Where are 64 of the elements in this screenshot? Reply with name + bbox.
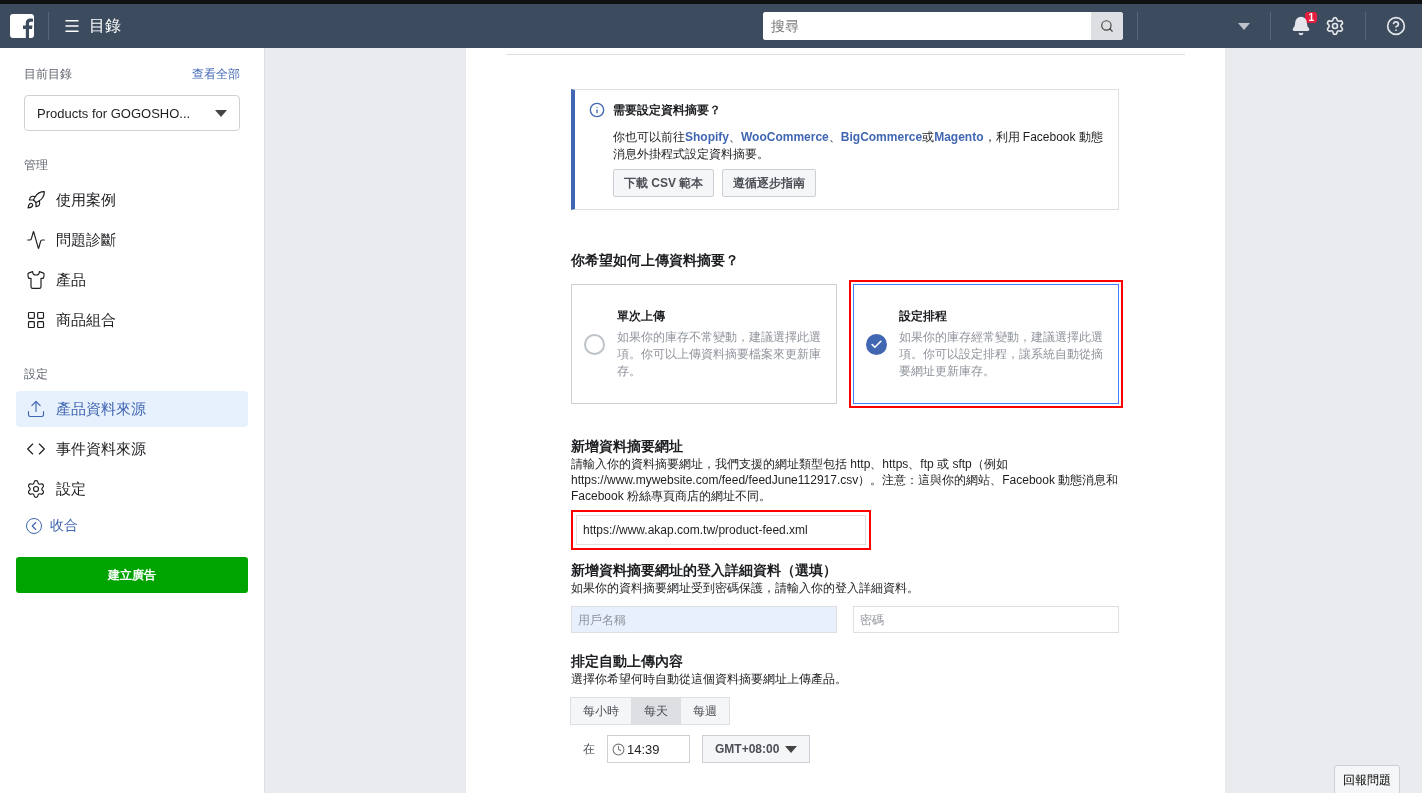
url-description: 請輸入你的資料摘要網址，我們支援的網址類型包括 http、https、ftp 或 sftp（例如 https://www.mywebsite.com/feed/feedJune112917.csv）。注意：這與你的網站、Facebook 動態消息和 Facebook 粉絲專頁商店的網址不同。 bbox=[571, 456, 1119, 504]
shirt-icon bbox=[26, 270, 46, 290]
collapse-link[interactable]: 收合 bbox=[16, 509, 248, 543]
time-field[interactable]: 14:39 bbox=[607, 735, 690, 763]
info-button[interactable]: 遵循逐步指南 bbox=[722, 169, 817, 197]
frequency-tab[interactable]: 每週 bbox=[680, 697, 730, 725]
sidebar-item[interactable]: 使用案例 bbox=[16, 182, 248, 218]
login-heading: 新增資料摘要網址的登入詳細資料（選填） bbox=[571, 562, 838, 580]
menu-icon[interactable] bbox=[63, 17, 81, 35]
report-problem-button[interactable]: 回報問題 bbox=[1334, 765, 1400, 793]
settings-icon bbox=[26, 479, 46, 499]
sidebar-item[interactable]: 產品 bbox=[16, 262, 248, 298]
search-button[interactable] bbox=[1091, 12, 1124, 40]
upload-option[interactable]: 設定排程 如果你的庫存經常變動，建議選擇此選項。你可以設定排程，讓系統自動從摘要網址更新庫存。 bbox=[853, 284, 1119, 404]
sidebar-item[interactable]: 商品組合 bbox=[16, 302, 248, 338]
grid-icon bbox=[26, 310, 46, 330]
settings-icon[interactable] bbox=[1325, 16, 1345, 36]
pulse-icon bbox=[26, 230, 46, 250]
schedule-description: 選擇你希望何時自動從這個資料摘要網址上傳產品。 bbox=[571, 671, 848, 687]
section-heading: 管理 bbox=[23, 157, 49, 174]
schedule-heading: 排定自動上傳內容 bbox=[571, 653, 684, 671]
option-title: 單次上傳 bbox=[617, 308, 666, 325]
platform-link[interactable]: Magento bbox=[934, 130, 984, 144]
upload-heading: 你希望如何上傳資料摘要？ bbox=[571, 252, 740, 270]
sidebar-item[interactable]: 問題診斷 bbox=[16, 222, 248, 258]
radio-button[interactable] bbox=[584, 333, 605, 355]
sidebar-item[interactable]: 事件資料來源 bbox=[16, 431, 248, 467]
password-field[interactable]: 密碼 bbox=[853, 606, 1119, 633]
frequency-tab[interactable]: 每小時 bbox=[570, 697, 632, 725]
current-catalog-label: 目前目錄 bbox=[24, 66, 72, 83]
upload-option[interactable]: 單次上傳 如果你的庫存不常變動，建議選擇此選項。你可以上傳資料摘要檔案來更新庫存。 bbox=[571, 284, 837, 404]
option-description: 如果你的庫存不常變動，建議選擇此選項。你可以上傳資料摘要檔案來更新庫存。 bbox=[617, 329, 822, 380]
help-icon[interactable] bbox=[1386, 16, 1406, 36]
platform-link[interactable]: WooCommerce bbox=[741, 130, 829, 144]
radio-button[interactable] bbox=[866, 333, 887, 355]
option-title: 設定排程 bbox=[899, 308, 948, 325]
info-title: 需要設定資料摘要？ bbox=[613, 102, 722, 119]
platform-link[interactable]: Shopify bbox=[685, 130, 729, 144]
url-field[interactable]: https://www.akap.com.tw/product-feed.xml bbox=[576, 515, 866, 545]
login-description: 如果你的資料摘要網址受到密碼保護，請輸入你的登入詳細資料。 bbox=[571, 580, 920, 596]
clock-icon bbox=[612, 742, 625, 756]
check-icon bbox=[870, 337, 883, 351]
info-button[interactable]: 下載 CSV 範本 bbox=[613, 169, 715, 197]
url-heading: 新增資料摘要網址 bbox=[571, 438, 684, 456]
info-icon bbox=[589, 102, 605, 118]
view-all-link[interactable]: 查看全部 bbox=[192, 66, 240, 83]
sidebar-item[interactable]: 產品資料來源 bbox=[16, 391, 248, 427]
upload-icon bbox=[26, 399, 46, 419]
account-dropdown[interactable] bbox=[1238, 22, 1251, 30]
timezone-dropdown[interactable]: GMT+08:00 bbox=[702, 735, 811, 763]
username-field[interactable]: 用戶名稱 bbox=[571, 606, 837, 633]
platform-link[interactable]: BigCommerce bbox=[840, 130, 923, 144]
catalog-dropdown[interactable]: Products for GOGOSHO... bbox=[24, 95, 240, 131]
page-title: 目錄 bbox=[89, 15, 121, 36]
section-heading: 設定 bbox=[23, 366, 49, 383]
logo-icon[interactable] bbox=[10, 14, 34, 38]
info-text: 你也可以前往Shopify、WooCommerce、BigCommerce或Magento，利用 Facebook 動態消息外掛程式設定資料摘要。 bbox=[613, 129, 1104, 163]
frequency-tab[interactable]: 每天 bbox=[631, 697, 681, 725]
at-label: 在 bbox=[583, 740, 595, 758]
option-description: 如果你的庫存經常變動，建議選擇此選項。你可以設定排程，讓系統自動從摘要網址更新庫存。 bbox=[899, 329, 1104, 380]
notification-count: 1 bbox=[1305, 12, 1317, 23]
search-icon bbox=[1100, 19, 1115, 33]
rocket-icon bbox=[26, 190, 46, 210]
sidebar-item[interactable]: 設定 bbox=[16, 471, 248, 507]
